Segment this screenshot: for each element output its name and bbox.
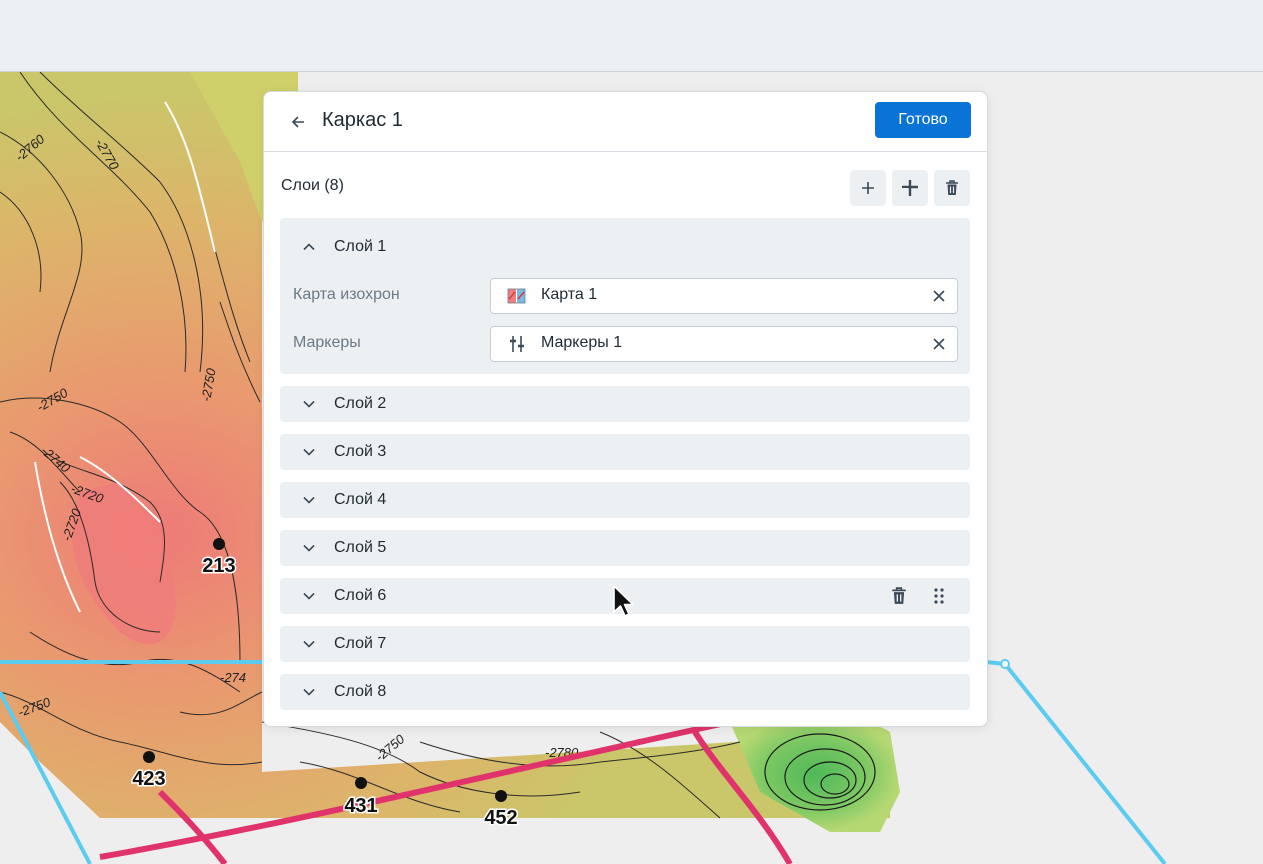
layer-item-4[interactable]: Слой 4 [280,482,970,518]
isochron-map-icon [507,288,526,304]
layer-label: Слой 8 [334,683,387,700]
plus-icon [862,182,874,194]
chevron-down-icon [303,688,315,696]
well-label: 452 [484,807,517,829]
add-layer-button[interactable] [850,170,886,206]
chevron-down-icon [303,592,315,600]
panel-title: Каркас 1 [322,109,403,131]
layer-label: Слой 7 [334,635,387,652]
done-button[interactable]: Готово [875,102,971,138]
insert-icon [900,180,918,198]
layer-label: Слой 3 [334,443,387,460]
panel-header: Каркас 1 Готово [264,92,987,152]
delete-layers-button[interactable] [934,170,970,206]
close-icon[interactable] [931,336,947,352]
back-button[interactable] [286,110,310,134]
chevron-down-icon [303,400,315,408]
layer-label[interactable]: Слой 1 [334,238,386,256]
chevron-down-icon [303,448,315,456]
well-label: 213 [202,555,235,577]
layer-item-7[interactable]: Слой 7 [280,626,970,662]
chevron-up-icon[interactable] [302,240,316,254]
well-label: 423 [132,768,165,790]
close-icon[interactable] [931,288,947,304]
layer-item-1-expanded: Слой 1 Карта изохрон Карта 1 Маркеры Мар… [280,218,970,374]
isochron-map-value: Карта 1 [541,286,598,303]
insert-layer-button[interactable] [892,170,928,206]
well-label: 431 [344,795,377,817]
layer-item-5[interactable]: Слой 5 [280,530,970,566]
trash-icon [946,180,958,195]
layer-item-3[interactable]: Слой 3 [280,434,970,470]
framework-panel: Каркас 1 Готово Слои (8) Слой 1 Карта из… [263,91,988,727]
markers-icon [510,336,524,352]
svg-text:-274: -274 [220,670,246,685]
chevron-down-icon [303,544,315,552]
trash-icon[interactable] [890,587,908,605]
markers-field[interactable]: Маркеры 1 [490,326,958,362]
layer-label: Слой 6 [334,587,387,604]
markers-value: Маркеры 1 [541,334,623,351]
top-toolbar [0,0,1263,72]
layer-label: Слой 2 [334,395,387,412]
isochron-map-label: Карта изохрон [293,286,400,303]
chevron-down-icon [303,640,315,648]
mouse-pointer-icon [613,585,634,617]
layer-item-2[interactable]: Слой 2 [280,386,970,422]
arrow-left-icon [291,116,304,128]
layer-label: Слой 5 [334,539,387,556]
isochron-map-field[interactable]: Карта 1 [490,278,958,314]
drag-handle-icon[interactable] [930,587,948,605]
chevron-down-icon [303,496,315,504]
layers-count-heading: Слои (8) [281,177,344,194]
markers-label: Маркеры [293,334,361,351]
layer-item-8[interactable]: Слой 8 [280,674,970,710]
svg-text:-2750: -2750 [372,731,408,764]
layer-label: Слой 4 [334,491,387,508]
